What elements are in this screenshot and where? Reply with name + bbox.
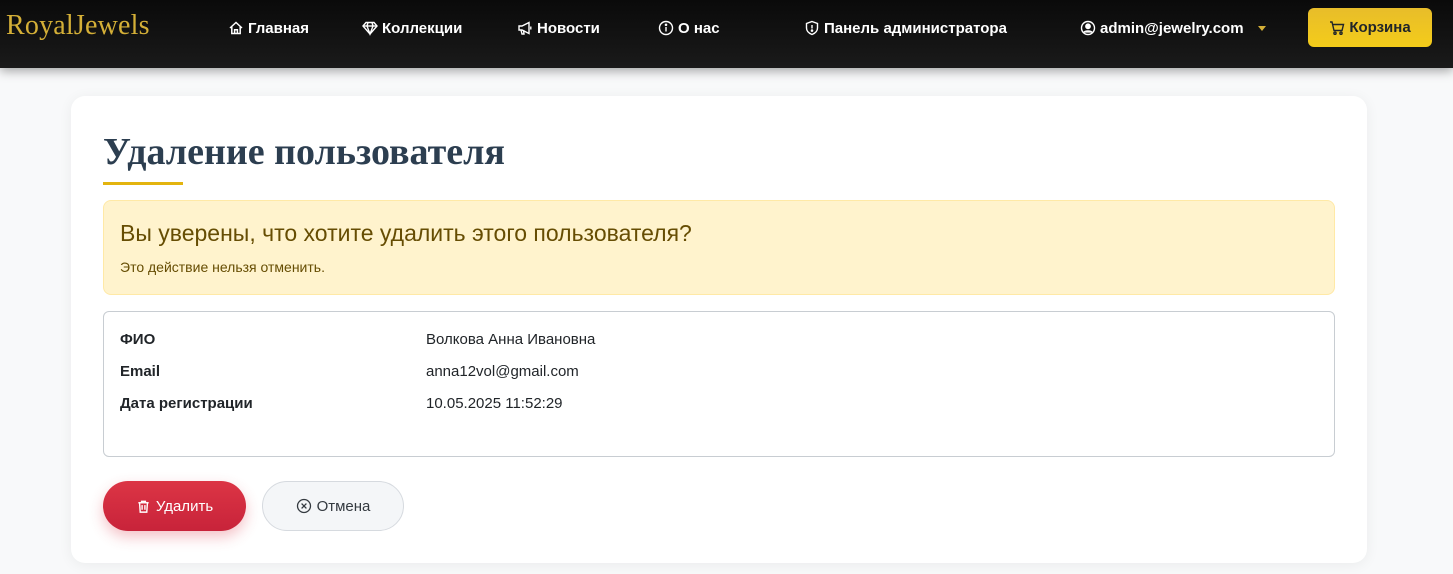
alert-heading: Вы уверены, что хотите удалить этого пол… (120, 220, 692, 246)
cancel-button[interactable]: Отмена (262, 481, 404, 531)
page-title: Удаление пользователя (103, 131, 505, 173)
title-underline (103, 182, 183, 185)
cancel-button-label: Отмена (316, 497, 371, 515)
home-icon (229, 21, 243, 35)
detail-row-fullname: ФИО Волкова Анна Ивановна (120, 331, 1320, 353)
detail-label: Дата регистрации (120, 395, 253, 412)
detail-label: Email (120, 363, 161, 380)
nav-item-label: Новости (537, 19, 600, 37)
x-circle-icon (296, 498, 311, 514)
top-navbar: RoyalJewels Главная Коллекции Новости О … (0, 0, 1453, 68)
nav-item-label: О нас (678, 19, 720, 37)
nav-item-label: Главная (248, 19, 310, 37)
detail-row-registration-date: Дата регистрации 10.05.2025 11:52:29 (120, 395, 1320, 417)
alert-text: Это действие нельзя отменить. (120, 259, 325, 275)
gem-icon (362, 21, 378, 36)
cart-icon (1330, 20, 1345, 35)
delete-user-card: Удаление пользователя Вы уверены, что хо… (71, 96, 1367, 563)
user-details: ФИО Волкова Анна Ивановна Email anna12vo… (103, 311, 1335, 457)
shield-icon (805, 20, 819, 36)
trash-icon (138, 500, 149, 513)
info-icon (658, 20, 674, 36)
cart-button[interactable]: Корзина (1308, 8, 1432, 47)
nav-item-admin-panel[interactable]: Панель администратора (804, 16, 1007, 40)
cart-label: Корзина (1349, 19, 1411, 36)
nav-item-news[interactable]: Новости (517, 16, 600, 40)
nav-item-home[interactable]: Главная (228, 16, 309, 40)
nav-item-label: Коллекции (382, 19, 463, 37)
detail-value: Волкова Анна Ивановна (426, 331, 596, 348)
nav-item-label: Панель администратора (824, 19, 1007, 37)
delete-button-label: Удалить (155, 497, 214, 515)
nav-item-collections[interactable]: Коллекции (362, 16, 462, 40)
user-circle-icon (1080, 20, 1096, 36)
detail-row-email: Email anna12vol@gmail.com (120, 363, 1320, 385)
detail-label: ФИО (120, 331, 156, 348)
user-email: admin@jewelry.com (1100, 19, 1244, 37)
warning-alert: Вы уверены, что хотите удалить этого пол… (103, 200, 1335, 295)
user-menu-dropdown[interactable]: admin@jewelry.com (1080, 16, 1266, 40)
delete-button[interactable]: Удалить (103, 481, 246, 531)
detail-value: anna12vol@gmail.com (426, 363, 579, 380)
megaphone-icon (518, 21, 532, 35)
detail-value: 10.05.2025 11:52:29 (426, 395, 563, 412)
nav-item-about[interactable]: О нас (658, 16, 720, 40)
chevron-down-icon (1257, 25, 1266, 31)
brand-logo[interactable]: RoyalJewels (6, 10, 150, 42)
